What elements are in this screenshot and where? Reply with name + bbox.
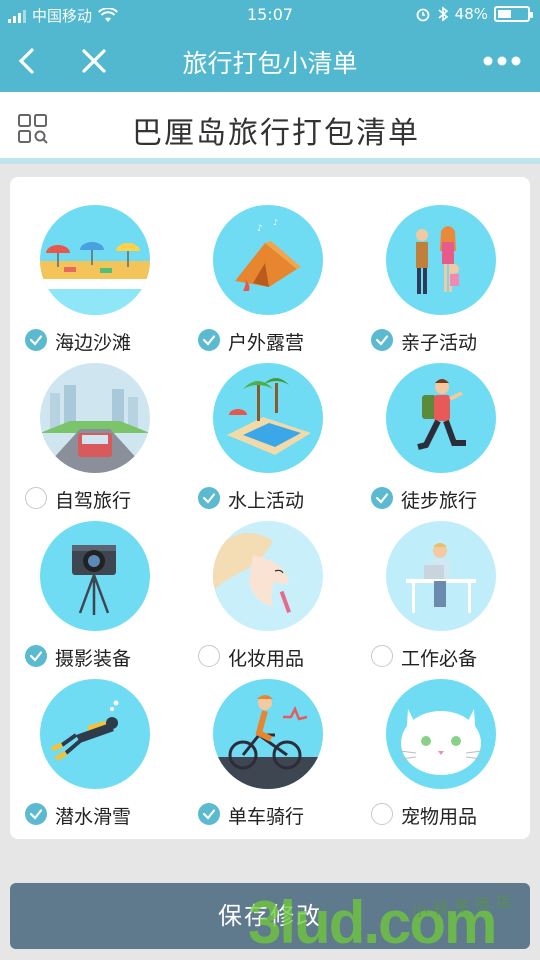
family-icon — [386, 205, 496, 315]
category-grid: 海边沙滩 ♪ ♪ 户外露营 亲子活动 自驾旅行 水上活动 徒步旅行 摄影装备 化… — [10, 177, 530, 839]
makeup-icon — [213, 521, 323, 631]
category-item-beach[interactable]: 海边沙滩 — [10, 177, 182, 354]
camera-icon — [40, 521, 150, 631]
bluetooth-icon — [438, 6, 448, 22]
more-icon[interactable] — [482, 50, 522, 72]
page-title: 巴厘岛旅行打包清单 — [132, 116, 420, 151]
pool-icon — [213, 363, 323, 473]
car-icon — [40, 363, 150, 473]
category-label: 单车骑行 — [228, 806, 305, 828]
status-bar: 中国移动 15:07 48% — [0, 0, 540, 30]
nav-bar: 旅行打包小清单 — [0, 30, 540, 92]
diver-icon — [40, 679, 150, 789]
battery-icon — [494, 6, 533, 22]
category-item-pet[interactable]: 宠物用品 — [356, 651, 528, 828]
category-item-hiking[interactable]: 徒步旅行 — [356, 335, 528, 512]
status-right: 48% — [415, 5, 533, 23]
list-header: 巴厘岛旅行打包清单 — [0, 92, 540, 164]
category-item-roadtrip[interactable]: 自驾旅行 — [10, 335, 182, 512]
category-item-dive[interactable]: 潜水滑雪 — [10, 651, 182, 828]
cyclist-icon — [213, 679, 323, 789]
alarm-icon — [416, 8, 430, 22]
work-desk-icon — [386, 521, 496, 631]
tent-icon: ♪ ♪ — [213, 205, 323, 315]
checkbox-pet[interactable] — [371, 803, 393, 825]
checkbox-dive[interactable] — [25, 803, 47, 825]
category-item-camping[interactable]: ♪ ♪ 户外露营 — [183, 177, 355, 354]
nav-title: 旅行打包小清单 — [182, 49, 358, 78]
svg-text:♪: ♪ — [273, 218, 278, 227]
battery-percent: 48% — [454, 5, 488, 23]
category-item-makeup[interactable]: 化妆用品 — [183, 493, 355, 670]
beach-icon — [40, 205, 150, 315]
category-label: 潜水滑雪 — [55, 806, 132, 828]
checkbox-cycling[interactable] — [198, 803, 220, 825]
category-item-water[interactable]: 水上活动 — [183, 335, 355, 512]
cat-icon — [386, 679, 496, 789]
category-item-family[interactable]: 亲子活动 — [356, 177, 528, 354]
category-item-photo[interactable]: 摄影装备 — [10, 493, 182, 670]
category-item-cycling[interactable]: 单车骑行 — [183, 651, 355, 828]
hiker-icon — [386, 363, 496, 473]
category-label: 宠物用品 — [401, 806, 478, 828]
svg-text:♪: ♪ — [257, 224, 263, 234]
category-item-work[interactable]: 工作必备 — [356, 493, 528, 670]
